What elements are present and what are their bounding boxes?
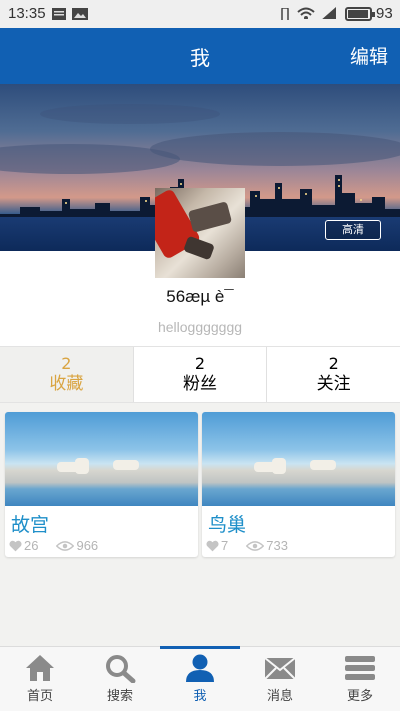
hd-toggle-button[interactable]: 高清 (325, 220, 381, 240)
stats-bar: 2 收藏 2 粉丝 2 关注 (0, 346, 400, 403)
tab-label: 消息 (266, 689, 293, 704)
message-icon (264, 657, 296, 680)
tab-search[interactable]: 搜索 (80, 647, 160, 711)
card-meta: 7 733 (206, 538, 288, 553)
stat-label: 收藏 (49, 374, 84, 394)
eye-icon (56, 540, 75, 551)
tab-more[interactable]: 更多 (320, 647, 400, 711)
bottom-tab-bar: 首页 搜索 我 消息 更多 (0, 646, 400, 711)
card-image (5, 412, 198, 506)
home-icon (26, 655, 54, 681)
avatar[interactable] (155, 188, 245, 278)
user-icon (186, 654, 214, 682)
image-icon (72, 8, 88, 20)
stat-following[interactable]: 2 关注 (267, 347, 400, 402)
stat-favorites[interactable]: 2 收藏 (0, 347, 134, 402)
battery-level: 93 (376, 5, 393, 22)
view-count: 733 (266, 538, 288, 553)
heart-icon (206, 540, 219, 551)
stat-label: 关注 (316, 374, 351, 394)
edit-button[interactable]: 编辑 (350, 42, 388, 69)
tab-label: 我 (193, 689, 207, 704)
heart-icon (9, 540, 22, 551)
tab-home[interactable]: 首页 (0, 647, 80, 711)
notification-icon (52, 8, 66, 20)
tab-me[interactable]: 我 (160, 646, 240, 711)
stat-count: 2 (194, 354, 206, 373)
stat-followers[interactable]: 2 粉丝 (134, 347, 268, 402)
favorite-card[interactable]: 故宫 26 966 (5, 412, 198, 557)
stat-count: 2 (328, 354, 339, 373)
card-title: 鸟巢 (208, 514, 247, 536)
status-time: 13:35 (8, 5, 46, 22)
tab-label: 首页 (26, 689, 53, 704)
signal-icon (322, 7, 336, 19)
tab-label: 搜索 (106, 689, 133, 704)
view-count: 966 (76, 538, 99, 553)
favorite-card[interactable]: 鸟巢 7 733 (202, 412, 395, 557)
search-icon (106, 655, 136, 683)
card-image (202, 412, 395, 506)
eye-icon (246, 540, 265, 551)
battery-icon (345, 7, 375, 21)
like-count: 26 (24, 538, 39, 553)
wifi-icon (297, 7, 315, 19)
title-bar: 我 编辑 (0, 28, 400, 84)
status-bar: 13:35 93 (0, 0, 400, 28)
more-icon (345, 656, 375, 680)
tab-messages[interactable]: 消息 (240, 647, 320, 711)
vibrate-icon (281, 8, 289, 20)
tab-label: 更多 (346, 689, 373, 704)
stat-count: 2 (61, 354, 72, 373)
username: 56æµ è¯ (166, 287, 234, 306)
card-title: 故宫 (11, 514, 50, 536)
like-count: 7 (221, 538, 229, 553)
card-meta: 26 966 (9, 538, 98, 553)
page-title: 我 (190, 46, 210, 70)
stat-label: 粉丝 (183, 374, 217, 394)
user-signature: helloggggggg (157, 319, 243, 335)
